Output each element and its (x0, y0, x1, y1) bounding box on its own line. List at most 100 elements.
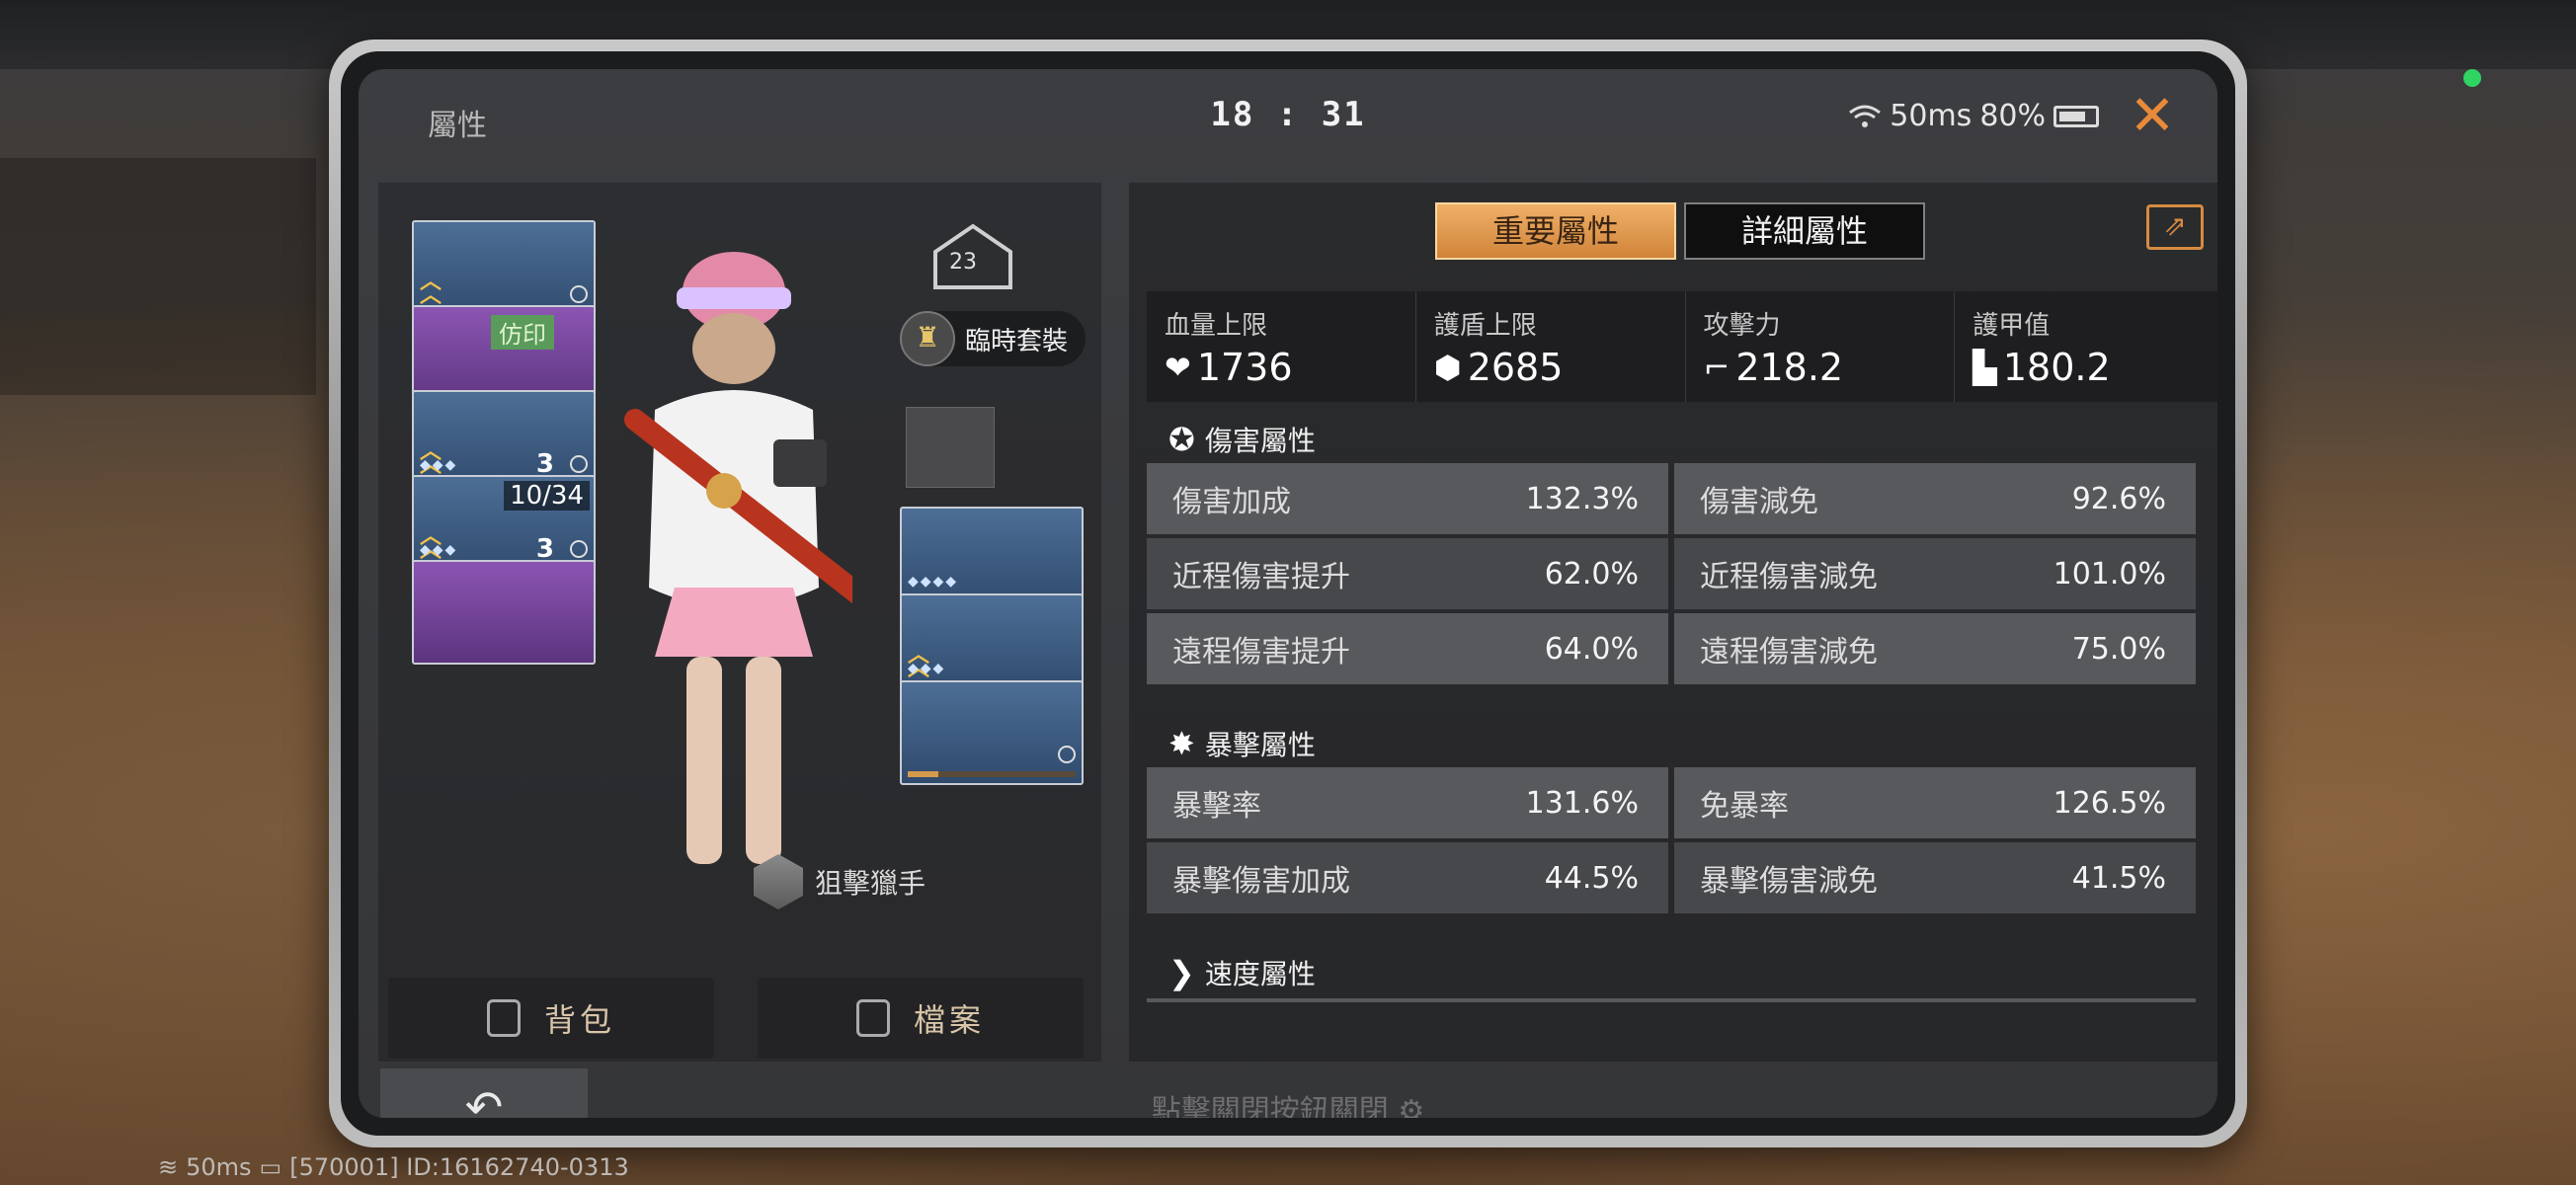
shield-icon: ⬢ (1433, 349, 1462, 386)
stat-row: 傷害減免 92.6% (1674, 463, 2196, 534)
equip-slot-melee[interactable] (412, 560, 596, 665)
document-icon (855, 999, 890, 1037)
crit-icon: ✸ (1168, 725, 1195, 762)
battery-icon: ▭ (259, 1153, 282, 1181)
class-label: 狙擊獵手 (754, 854, 926, 909)
stat-val: 64.0% (1544, 631, 1639, 667)
level-number: 23 (949, 250, 977, 275)
stat-hp: 血量上限 ❤ 1736 (1147, 291, 1416, 402)
stat-label: 血量上限 (1165, 311, 1268, 341)
slot-mark-icon (570, 455, 588, 473)
backpack-button[interactable]: 背包 (388, 978, 714, 1059)
stat-row: 傷害加成 132.3% (1147, 463, 1668, 534)
rank-chevron-icon: ︿ ︿ (420, 270, 443, 308)
stat-key: 近程傷害提升 (1172, 560, 1350, 594)
main-stats: 血量上限 ❤ 1736 護盾上限 ⬢ 2685 攻擊力 ⌐ 218.2 護甲值 ▙ 18… (1147, 291, 2217, 402)
backpack-label: 背包 (543, 1001, 615, 1039)
stat-key: 遠程傷害減免 (1700, 635, 1878, 670)
heart-icon: ❤ (1165, 349, 1191, 386)
stat-value: 1736 (1196, 346, 1293, 389)
status-indicators: 50ms 80% (1848, 99, 2099, 133)
section-damage: ✪ 傷害屬性 (1168, 420, 1316, 459)
stat-label: 護甲值 (1972, 311, 2051, 341)
stat-row: 暴擊傷害加成 44.5% (1147, 842, 1668, 913)
slot-mark-icon (1058, 746, 1076, 763)
stat-key: 近程傷害減免 (1700, 560, 1878, 594)
equip-slot-accessory[interactable] (906, 407, 995, 488)
ammo-count: 10/34 (504, 481, 590, 511)
attributes-panel: 重要屬性 詳細屬性 ⇗ 血量上限 ❤1736 護盾上限 ⬢2685 攻擊力 (1129, 183, 2217, 1062)
stat-row: 暴擊傷害減免 41.5% (1674, 842, 2196, 913)
speed-icon: ❯ (1168, 954, 1195, 991)
imprint-tag: 仿印 (491, 315, 554, 350)
armor-icon: ▙ (1972, 349, 1997, 386)
stat-key: 暴擊傷害加成 (1172, 864, 1350, 899)
close-hint: 點擊關閉按鈕關閉 ⚙ (359, 1086, 2217, 1118)
stat-val: 62.0% (1544, 556, 1639, 592)
temp-outfit-button[interactable]: ♜ 臨時套裝 (900, 311, 1087, 366)
stat-label: 攻擊力 (1703, 311, 1781, 341)
archive-label: 檔案 (913, 1001, 985, 1039)
footer-ping: 50ms (186, 1153, 252, 1181)
device-frame: 屬性 18 : 31 50ms 80% ✕ ︿ ︿ 仿印 ︿ ︿ ◆◆◆ 3 1… (329, 40, 2247, 1147)
equip-slot-pet[interactable] (900, 680, 1084, 785)
section-speed: ❯ 速度屬性 (1168, 953, 1316, 992)
class-name: 狙擊獵手 (815, 867, 926, 900)
tab-detailed[interactable]: 詳細屬性 (1684, 202, 1925, 260)
stat-value: 2685 (1467, 346, 1564, 389)
close-hint-text: 點擊關閉按鈕關閉 (1151, 1094, 1389, 1118)
star-dots: ◆◆◆◆ (908, 574, 959, 590)
stat-val: 131.6% (1525, 785, 1639, 821)
stat-label: 護盾上限 (1433, 311, 1537, 341)
stat-key: 傷害減免 (1700, 485, 1818, 519)
stat-value: 180.2 (2002, 346, 2111, 389)
section-title: 傷害屬性 (1204, 425, 1316, 457)
stat-val: 41.5% (2071, 860, 2166, 896)
tab-important[interactable]: 重要屬性 (1435, 202, 1676, 260)
outfit-icon: ♜ (900, 311, 955, 366)
game-panel: 屬性 18 : 31 50ms 80% ✕ ︿ ︿ 仿印 ︿ ︿ ◆◆◆ 3 1… (359, 69, 2217, 1118)
stat-row: 遠程傷害減免 75.0% (1674, 613, 2196, 684)
stat-key: 免暴率 (1700, 789, 1789, 824)
stat-value: 218.2 (1735, 346, 1844, 389)
close-button[interactable]: ✕ (2123, 87, 2182, 146)
star-dots: ◆◆◆ (908, 661, 946, 676)
gear-icon: ⚙ (1398, 1094, 1425, 1118)
stat-armor: 護甲值 ▙ 180.2 (1955, 291, 2217, 402)
slot-mark-icon (570, 285, 588, 303)
recording-indicator (2463, 69, 2481, 87)
wifi-icon (1849, 105, 1882, 127)
battery-icon (2053, 105, 2099, 127)
level-badge: 23 (931, 222, 1014, 291)
network-info: ≋ 50ms ▭ [570001] ID:16162740-0313 (158, 1153, 629, 1181)
section-title: 暴擊屬性 (1204, 729, 1316, 761)
stat-val: 132.3% (1525, 481, 1639, 516)
character-model (624, 252, 852, 864)
equipment-panel: ︿ ︿ 仿印 ︿ ︿ ◆◆◆ 3 10/34 ︿ ︿ ◆◆◆ 3 23 ♜ 臨時… (378, 183, 1101, 1062)
stat-attack: 攻擊力 ⌐ 218.2 (1686, 291, 1956, 402)
server-id: [570001] ID:16162740-0313 (289, 1153, 629, 1181)
star-dots: ◆◆◆ (420, 457, 458, 473)
temp-outfit-label: 臨時套裝 (965, 326, 1069, 356)
stat-row: 免暴率 126.5% (1674, 767, 2196, 838)
stat-row: 遠程傷害提升 64.0% (1147, 613, 1668, 684)
stat-row: 暴擊率 131.6% (1147, 767, 1668, 838)
stat-row: 近程傷害提升 62.0% (1147, 538, 1668, 609)
stat-val: 126.5% (2053, 785, 2166, 821)
gun-icon: ⌐ (1703, 349, 1731, 386)
damage-icon: ✪ (1168, 421, 1195, 458)
progress-bar (908, 771, 1076, 777)
stat-key: 暴擊率 (1172, 789, 1261, 824)
stat-val: 101.0% (2053, 556, 2166, 592)
section-crit: ✸ 暴擊屬性 (1168, 724, 1316, 763)
class-emblem-icon (754, 854, 803, 909)
stat-val: 44.5% (1544, 860, 1639, 896)
stat-key: 遠程傷害提升 (1172, 635, 1350, 670)
star-dots: ◆◆◆ (420, 542, 458, 558)
stat-row-edge (1147, 998, 2196, 1002)
archive-button[interactable]: 檔案 (758, 978, 1084, 1059)
attribute-tabs: 重要屬性 詳細屬性 (1435, 202, 1925, 260)
stat-row: 近程傷害減免 101.0% (1674, 538, 2196, 609)
share-button[interactable]: ⇗ (2146, 204, 2204, 250)
battery-text: 80% (1979, 99, 2046, 133)
